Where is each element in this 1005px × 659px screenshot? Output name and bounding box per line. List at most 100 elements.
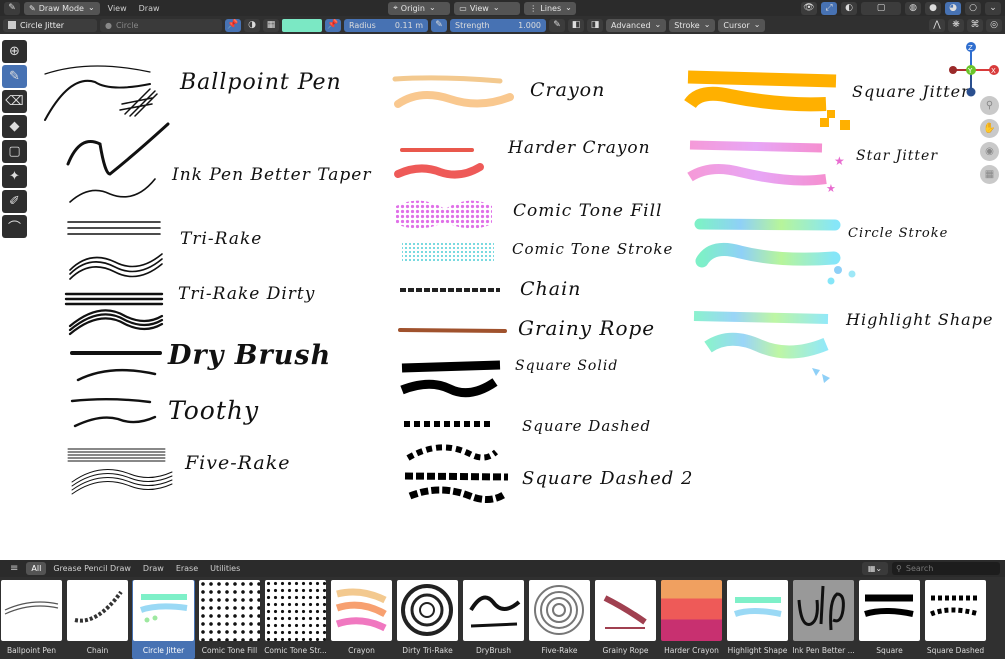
drybrush-stroke <box>76 368 157 382</box>
asset-thumbnail <box>331 580 392 641</box>
draw-tool-icon[interactable]: ✎ <box>2 65 27 88</box>
gizmo-z-label: Z <box>968 44 973 52</box>
navigation-gizmo[interactable]: Z X Y <box>945 40 1001 100</box>
asset-search-field[interactable]: ⚲ Search <box>892 562 1000 575</box>
asset-item[interactable]: Crayon <box>330 580 393 659</box>
search-icon: ⚲ <box>896 564 902 573</box>
editor-type-grease-pencil-icon[interactable]: ✎ <box>4 1 20 15</box>
texture-icon[interactable]: ▦ <box>263 18 279 32</box>
fiverake-stroke <box>67 448 166 462</box>
zoom-icon[interactable]: ⚲ <box>980 96 999 115</box>
asset-item[interactable]: Five-Rake <box>528 580 591 659</box>
asset-item[interactable]: Ballpoint Pen <box>0 580 63 659</box>
cursor-tool-icon[interactable]: ⊕ <box>2 40 27 63</box>
circle-stroke-line <box>694 218 841 231</box>
color-pin-icon[interactable]: 📌 <box>325 18 341 32</box>
asset-item[interactable]: Square <box>858 580 921 659</box>
erase-tool-icon[interactable]: ⌫ <box>2 90 27 113</box>
fill-mode-icon[interactable]: ◨ <box>587 18 603 32</box>
asset-item-selected[interactable]: Circle Jitter <box>132 580 195 659</box>
lines-dropdown[interactable]: ⋮ Lines <box>524 1 577 15</box>
radius-pressure-icon[interactable]: ✎ <box>431 18 447 32</box>
menu-hamburger-icon[interactable]: ≡ <box>4 563 24 574</box>
fill-tool-icon[interactable]: ◆ <box>2 115 27 138</box>
advanced-dropdown[interactable]: Advanced <box>606 18 667 32</box>
xray-icon[interactable]: ▢ <box>861 1 901 15</box>
mode-dropdown[interactable]: ✎ Draw Mode <box>24 1 100 15</box>
origin-dropdown[interactable]: ⌖ Origin <box>388 1 451 15</box>
camera-icon[interactable]: ◉ <box>980 142 999 161</box>
material-selector[interactable]: ● Circle <box>100 18 222 32</box>
label-crayon: Crayon <box>530 79 606 101</box>
display-options-icon[interactable]: ▦⌄ <box>862 562 888 575</box>
menu-draw[interactable]: Draw <box>135 4 164 13</box>
asset-item[interactable]: Grainy Rope <box>594 580 657 659</box>
asset-item[interactable]: DryBrush <box>462 580 525 659</box>
viewport-canvas[interactable]: ★ ★ Ballpoint Pen Ink Pen Better Taper T… <box>0 34 1005 560</box>
jitter-square <box>840 120 850 130</box>
tint-tool-icon[interactable]: ✦ <box>2 165 27 188</box>
pin-icon[interactable]: 📌 <box>225 18 241 32</box>
strength-pressure-icon[interactable]: ✎ <box>549 18 565 32</box>
shape-tool-icon[interactable]: ▢ <box>2 140 27 163</box>
asset-thumbnail <box>133 580 194 641</box>
strength-field[interactable]: Strength 1.000 <box>450 18 546 32</box>
material-shading-icon[interactable]: ◕ <box>945 1 961 15</box>
asset-item[interactable]: Comic Tone Fill <box>198 580 261 659</box>
asset-thumbnail <box>661 580 722 641</box>
overlay-icon[interactable]: ◐ <box>841 1 857 15</box>
grid-icon[interactable]: ▦ <box>980 165 999 184</box>
snapping-icon[interactable]: ⋀ <box>929 18 945 32</box>
gizmo-toggle-icon[interactable]: ⤢ <box>821 1 837 15</box>
wireframe-shading-icon[interactable]: ◍ <box>905 1 921 15</box>
color-mode-icon[interactable]: ◑ <box>244 18 260 32</box>
radius-field[interactable]: Radius 0.11 m <box>344 18 428 32</box>
visibility-icon[interactable]: 👁 <box>801 1 817 15</box>
jitter-square <box>820 118 829 127</box>
jitter-square <box>827 110 835 118</box>
shading-options-icon[interactable]: ⌄ <box>985 1 1001 15</box>
menu-view[interactable]: View <box>104 4 131 13</box>
asset-item[interactable]: Highlight Shape <box>726 580 789 659</box>
category-draw[interactable]: Draw <box>138 562 169 575</box>
label-harder-crayon: Harder Crayon <box>508 138 651 158</box>
asset-item[interactable]: Square Dashed <box>924 580 987 659</box>
solid-shading-icon[interactable]: ● <box>925 1 941 15</box>
left-toolbar: ⊕ ✎ ⌫ ◆ ▢ ✦ ✐ ⌒ <box>2 40 28 238</box>
trirake-dirty-stroke <box>68 309 164 336</box>
square-dashed2-stroke <box>404 472 509 481</box>
asset-item[interactable]: Ink Pen Better ... <box>792 580 855 659</box>
category-grease-pencil-draw[interactable]: Grease Pencil Draw <box>48 562 136 575</box>
proportional-icon[interactable]: ❋ <box>948 18 964 32</box>
onion-skin-icon[interactable]: ◎ <box>986 18 1002 32</box>
asset-thumbnail <box>199 580 260 641</box>
stroke-dropdown[interactable]: Stroke <box>669 18 716 32</box>
gizmo-x-label: X <box>991 67 996 75</box>
comic-stroke-shape <box>402 241 494 261</box>
material-sphere-icon: ● <box>105 20 112 30</box>
multiframe-icon[interactable]: ⌘ <box>967 18 983 32</box>
interpolate-tool-icon[interactable]: ⌒ <box>2 215 27 238</box>
asset-item[interactable]: Dirty Tri-Rake <box>396 580 459 659</box>
rendered-shading-icon[interactable]: ○ <box>965 1 981 15</box>
circle-dot <box>848 270 856 278</box>
crayon-stroke <box>392 75 503 84</box>
label-fiverake: Five-Rake <box>185 452 291 474</box>
asset-item[interactable]: Harder Crayon <box>660 580 723 659</box>
cursor-dropdown[interactable]: Cursor <box>718 18 766 32</box>
asset-thumbnail <box>859 580 920 641</box>
label-grainy: Grainy Rope <box>518 316 656 340</box>
circle-dot <box>827 277 835 285</box>
category-utilities[interactable]: Utilities <box>205 562 245 575</box>
asset-item[interactable]: Comic Tone Str... <box>264 580 327 659</box>
view-dropdown[interactable]: ▭ View <box>454 1 521 15</box>
brush-selector[interactable]: Circle Jitter <box>3 18 97 32</box>
color-swatch[interactable] <box>282 18 322 32</box>
stroke-mode-icon[interactable]: ◧ <box>568 18 584 32</box>
ink-stroke <box>69 178 156 203</box>
category-all[interactable]: All <box>26 562 47 575</box>
asset-item[interactable]: Chain <box>66 580 129 659</box>
pan-hand-icon[interactable]: ✋ <box>980 119 999 138</box>
eyedropper-tool-icon[interactable]: ✐ <box>2 190 27 213</box>
category-erase[interactable]: Erase <box>171 562 203 575</box>
